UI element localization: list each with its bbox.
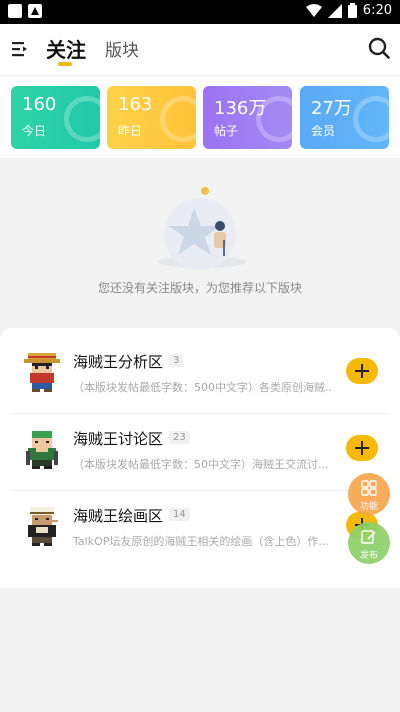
- board-description: TalkOP坛友原创的海贼王相关的绘画（含上色）作...: [73, 535, 329, 548]
- stat-card-posts[interactable]: 136万 帖子: [203, 86, 292, 149]
- board-row[interactable]: 海贼王讨论区 23 （本版块发帖最低字数：50中文字）海贼王交流讨...: [10, 415, 390, 491]
- signal-icon: [327, 3, 342, 18]
- member-decoration-icon: [353, 96, 389, 142]
- board-avatar-zoro-icon: [26, 431, 58, 469]
- empty-state: 您还没有关注版块，为您推荐以下版块: [0, 158, 400, 328]
- edit-icon: [361, 530, 376, 544]
- stat-value: 163: [118, 94, 153, 115]
- follow-board-button[interactable]: [346, 358, 378, 384]
- function-fab[interactable]: 功能: [348, 473, 390, 515]
- board-description: （本版块发帖最低字数：50中文字）海贼王交流讨...: [73, 458, 329, 471]
- stat-value: 160: [22, 94, 57, 115]
- tab-follow[interactable]: 关注: [46, 34, 86, 63]
- stat-value: 27万: [311, 98, 352, 119]
- app-notification-icon: [28, 4, 42, 18]
- board-avatar-luffy-icon: [24, 353, 60, 392]
- search-icon[interactable]: [368, 37, 390, 59]
- stats-panel: 160 今日 163 昨日 136万 帖子 27万 会员: [0, 76, 400, 158]
- board-count-badge: 3: [169, 354, 184, 367]
- follow-board-button[interactable]: [346, 435, 378, 461]
- notification-icon: [8, 4, 22, 18]
- stat-label: 会员: [311, 124, 336, 138]
- top-nav: 关注 版块: [0, 24, 400, 76]
- stat-label: 今日: [22, 124, 47, 138]
- clock-decoration-icon: [160, 96, 196, 142]
- board-row[interactable]: 海贼王分析区 3 （本版块发帖最低字数：500中文字）各类原创海贼...: [10, 338, 390, 414]
- stat-card-members[interactable]: 27万 会员: [300, 86, 389, 149]
- recommended-boards: 海贼王分析区 3 （本版块发帖最低字数：500中文字）各类原创海贼... 海贼王…: [0, 328, 400, 588]
- board-count-badge: 23: [169, 431, 190, 444]
- status-bar: 6:20: [0, 0, 400, 24]
- empty-state-text: 您还没有关注版块，为您推荐以下版块: [97, 281, 302, 295]
- stat-card-today[interactable]: 160 今日: [11, 86, 100, 149]
- board-avatar-usopp-icon: [28, 507, 58, 546]
- board-title: 海贼王分析区: [73, 353, 164, 371]
- status-notifications: [8, 4, 42, 18]
- function-fab-label: 功能: [359, 502, 378, 512]
- grid-icon: [361, 480, 377, 496]
- tab-board[interactable]: 版块: [105, 36, 139, 61]
- clock-decoration-icon: [64, 96, 100, 142]
- post-fab-label: 发布: [359, 551, 378, 561]
- board-count-badge: 14: [169, 508, 190, 521]
- battery-icon: [347, 3, 357, 18]
- status-right: 6:20: [305, 3, 392, 18]
- stat-label: 帖子: [214, 124, 239, 138]
- status-time: 6:20: [362, 3, 392, 18]
- menu-icon[interactable]: [10, 40, 30, 58]
- post-decoration-icon: [256, 96, 292, 142]
- bottom-background: [0, 588, 400, 712]
- active-tab-indicator: [58, 62, 72, 66]
- wifi-icon: [305, 4, 322, 17]
- board-row[interactable]: 海贼王绘画区 14 TalkOP坛友原创的海贼王相关的绘画（含上色）作...: [10, 492, 390, 568]
- empty-star-illustration-icon: [158, 187, 246, 270]
- board-title: 海贼王讨论区: [73, 430, 164, 448]
- post-fab[interactable]: 发布: [348, 522, 390, 564]
- board-description: （本版块发帖最低字数：500中文字）各类原创海贼...: [73, 381, 333, 394]
- stat-label: 昨日: [118, 124, 143, 138]
- stat-card-yesterday[interactable]: 163 昨日: [107, 86, 196, 149]
- board-title: 海贼王绘画区: [73, 507, 164, 525]
